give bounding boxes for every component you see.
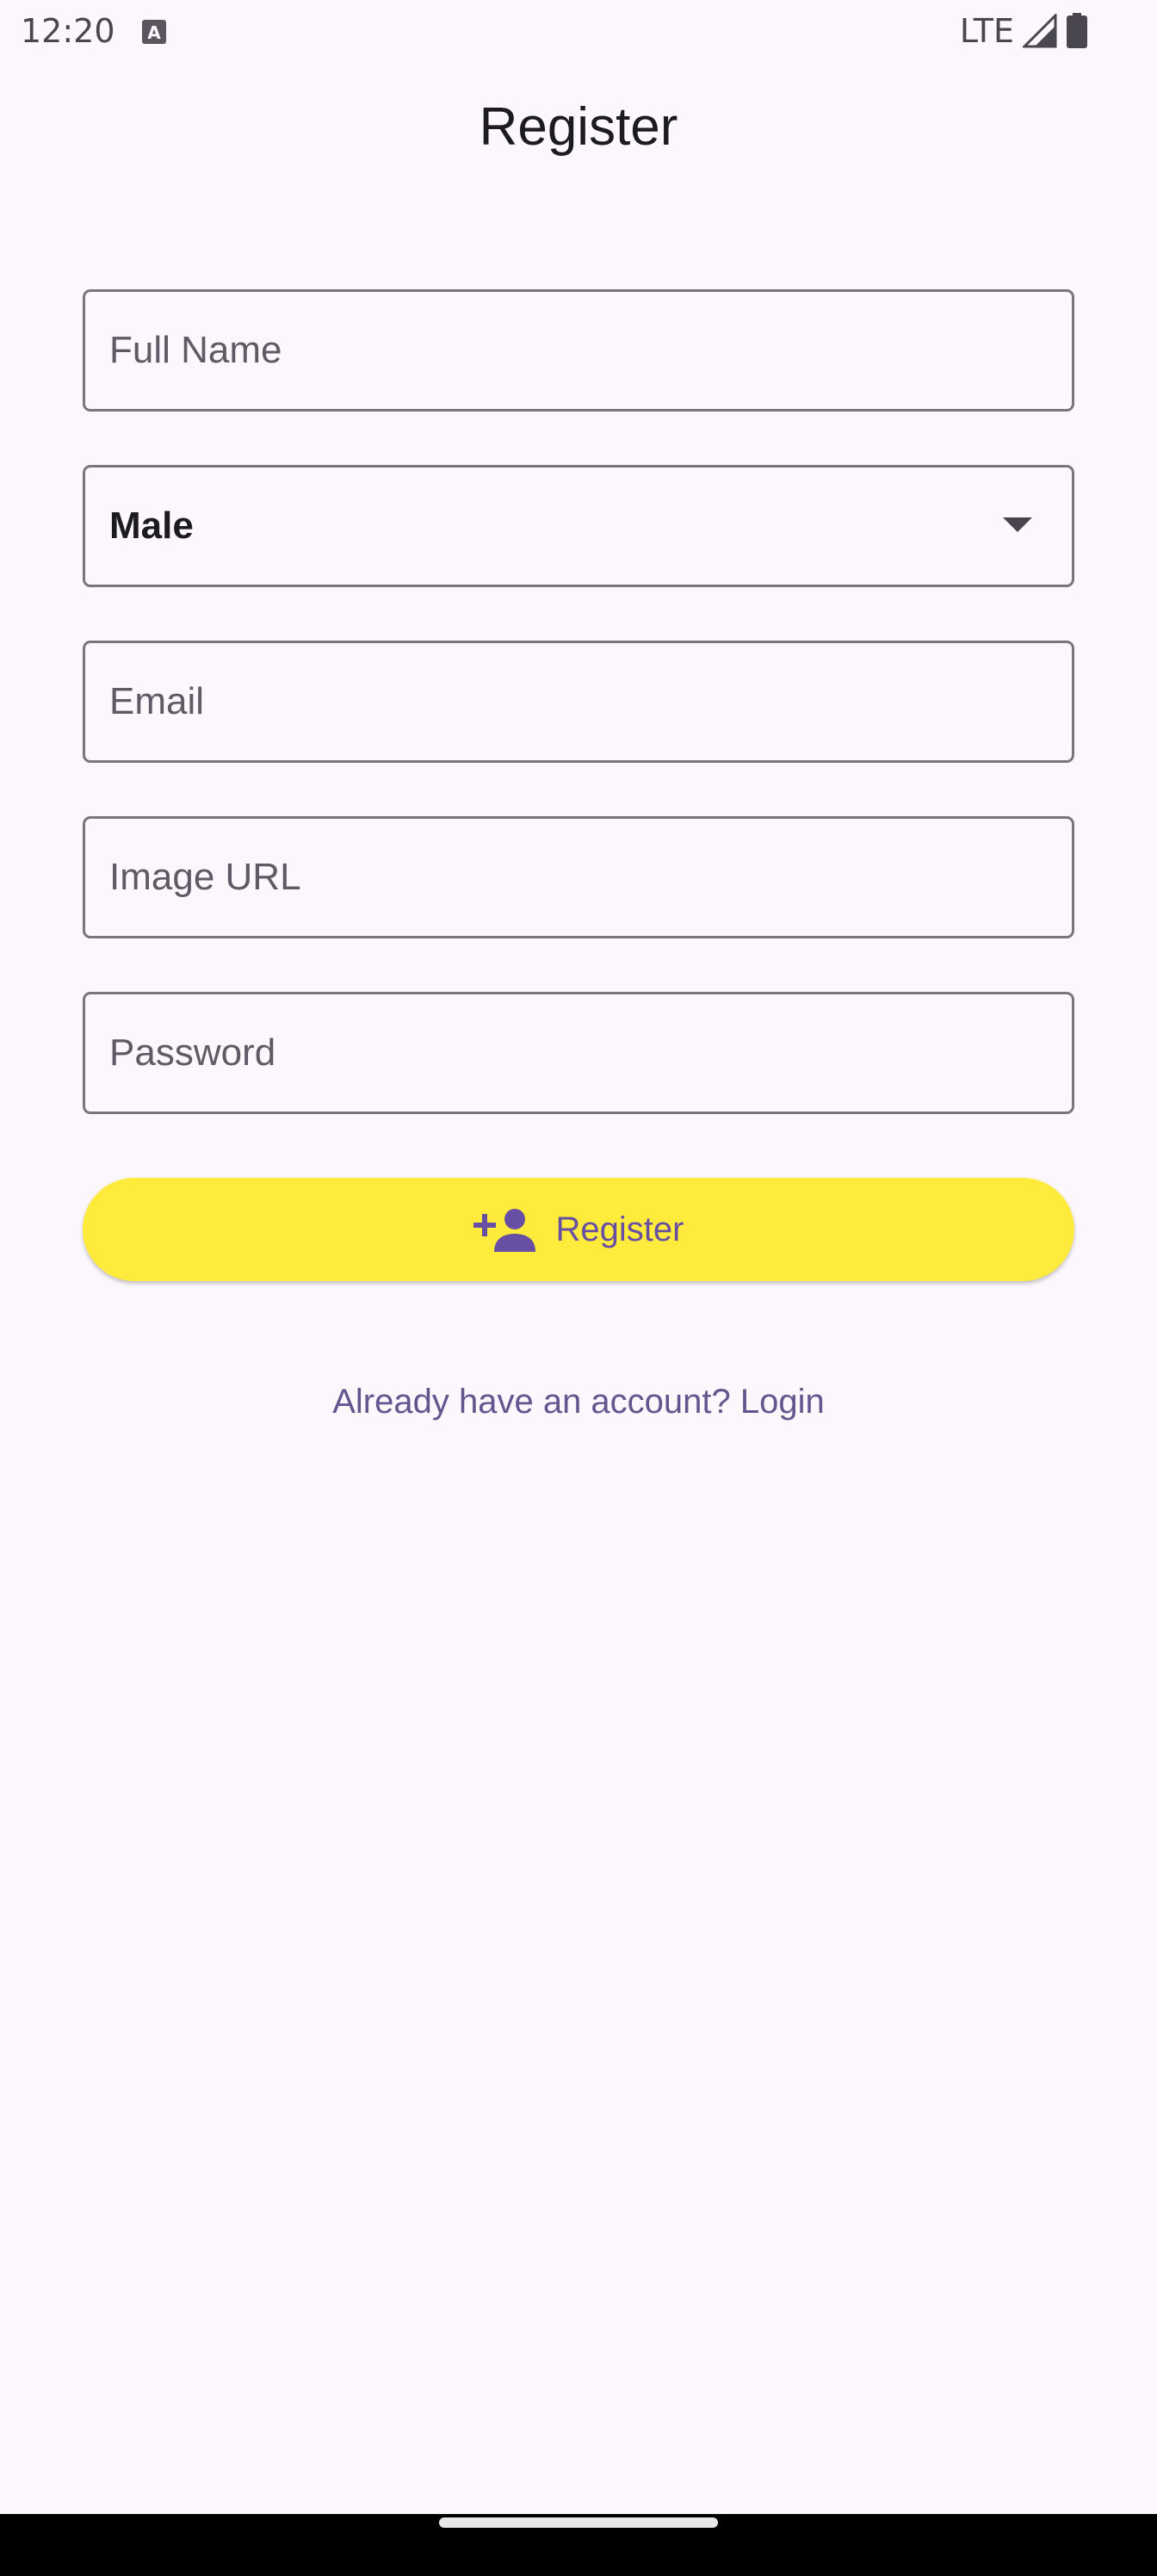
battery-icon [1067,13,1087,48]
register-button-label: Register [555,1210,684,1248]
text-a-icon: A [142,20,166,44]
cell-signal-icon [1023,14,1057,48]
home-indicator[interactable] [439,2517,718,2528]
full-name-field[interactable]: Full Name [83,289,1074,412]
gender-dropdown[interactable]: Male [83,465,1074,587]
password-field[interactable]: Password [83,992,1074,1114]
email-placeholder: Email [109,680,205,722]
status-bar: 12:20 A LTE [0,0,1157,62]
svg-text:A: A [147,22,161,43]
full-name-placeholder: Full Name [109,329,282,371]
dropdown-arrow-icon [1003,517,1032,532]
network-type: LTE [959,12,1014,50]
image-url-placeholder: Image URL [109,856,301,898]
gender-selected-value: Male [109,505,194,547]
page-title: Register [479,97,678,157]
login-link[interactable]: Already have an account? Login [0,1383,1157,1421]
email-field[interactable]: Email [83,641,1074,763]
password-placeholder: Password [109,1031,276,1074]
status-right: LTE [960,12,1088,50]
register-button[interactable]: Register [83,1178,1074,1281]
image-url-field[interactable]: Image URL [83,816,1074,938]
person-add-icon [473,1209,535,1252]
status-time: 12:20 [21,12,115,50]
